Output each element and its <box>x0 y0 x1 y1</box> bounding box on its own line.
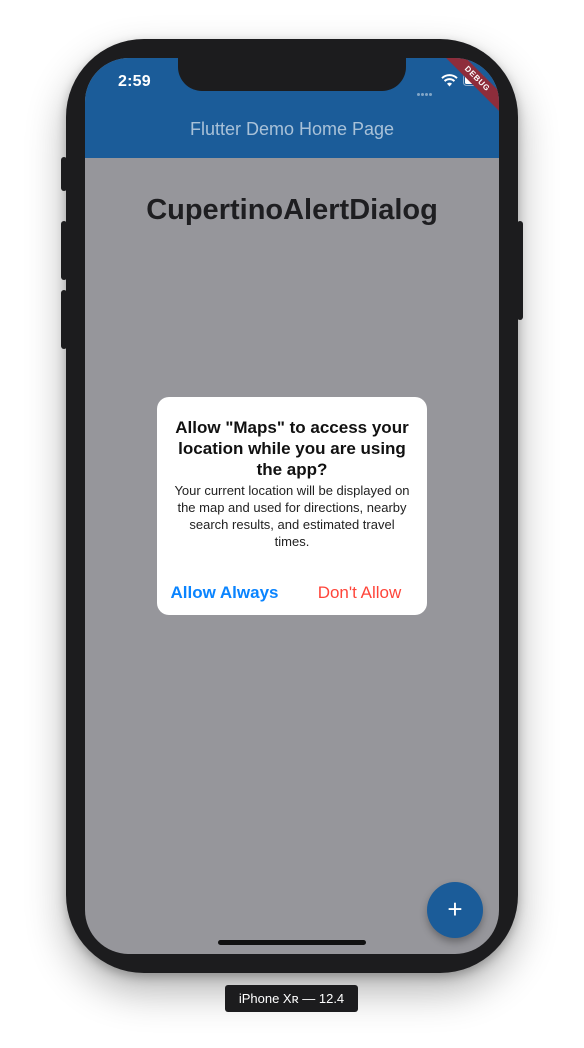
dont-allow-button[interactable]: Don't Allow <box>292 583 427 603</box>
debug-banner: DEBUG <box>438 58 499 118</box>
notch <box>178 58 406 91</box>
alert-dialog: Allow "Maps" to access your location whi… <box>157 397 427 615</box>
mute-switch <box>61 157 67 191</box>
device-label: iPhone Xʀ — 12.4 <box>225 985 358 1012</box>
cellular-signal-icon <box>417 83 437 96</box>
dialog-title: Allow "Maps" to access your location whi… <box>175 418 409 479</box>
page-heading: CupertinoAlertDialog <box>146 194 438 226</box>
status-time: 2:59 <box>118 73 151 90</box>
wifi-icon <box>441 74 458 87</box>
power-button <box>517 221 523 320</box>
phone-screen: 2:59 Flutter Demo Home Page DEBUG Cupert… <box>85 58 499 954</box>
volume-up-button <box>61 221 67 280</box>
dialog-actions: Allow Always Don't Allow <box>157 579 427 615</box>
add-fab-button[interactable]: + <box>427 882 483 938</box>
dialog-message: Your current location will be displayed … <box>174 483 410 549</box>
allow-always-button[interactable]: Allow Always <box>157 583 292 603</box>
app-bar-title: Flutter Demo Home Page <box>189 119 395 139</box>
home-indicator[interactable] <box>218 940 366 945</box>
add-icon: + <box>447 894 463 924</box>
volume-down-button <box>61 290 67 349</box>
